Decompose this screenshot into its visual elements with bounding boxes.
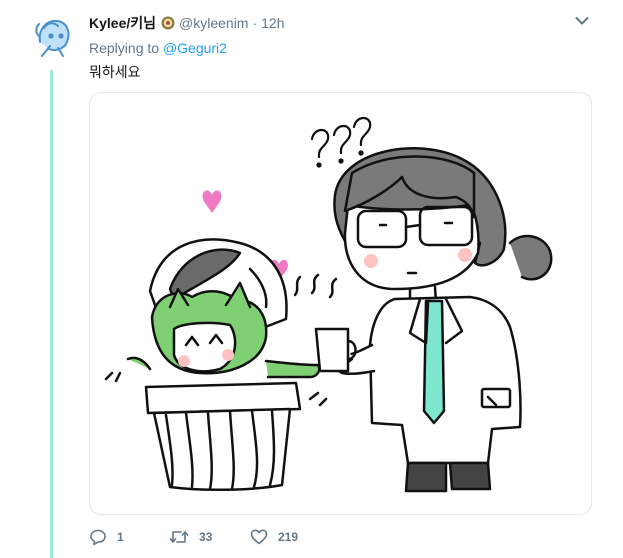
badge-icon bbox=[161, 16, 175, 30]
heart-shape bbox=[202, 190, 222, 213]
author-handle[interactable]: @kyleenim bbox=[179, 15, 248, 31]
retweet-button[interactable]: 33 bbox=[169, 527, 212, 547]
reply-count: 1 bbox=[117, 530, 124, 544]
replying-to: Replying to @Geguri2 bbox=[89, 39, 227, 57]
thread-line bbox=[50, 70, 53, 558]
avatar[interactable] bbox=[30, 12, 76, 58]
separator-dot: · bbox=[252, 15, 258, 31]
scientist bbox=[330, 147, 553, 493]
like-count: 219 bbox=[278, 530, 299, 544]
chevron-down-icon[interactable] bbox=[575, 16, 589, 26]
timestamp[interactable]: 12h bbox=[261, 15, 284, 31]
reply-icon bbox=[90, 529, 106, 546]
tweet-header: Kylee/키님 @kyleenim · 12h bbox=[89, 14, 285, 32]
author-name[interactable]: Kylee/키님 bbox=[89, 15, 156, 31]
tweet-image[interactable] bbox=[89, 92, 592, 515]
tweet-text: 뭐하세요 bbox=[89, 64, 141, 80]
replying-prefix: Replying to bbox=[89, 40, 160, 56]
retweet-count: 33 bbox=[199, 530, 213, 544]
coffee-cup bbox=[293, 273, 357, 373]
reply-button[interactable]: 1 bbox=[89, 527, 124, 547]
drawing bbox=[104, 116, 553, 493]
trash-can bbox=[104, 238, 328, 492]
like-button[interactable]: 219 bbox=[250, 527, 298, 547]
like-icon bbox=[250, 529, 268, 545]
retweet-icon bbox=[169, 531, 189, 543]
replying-to-link[interactable]: @Geguri2 bbox=[163, 40, 227, 56]
